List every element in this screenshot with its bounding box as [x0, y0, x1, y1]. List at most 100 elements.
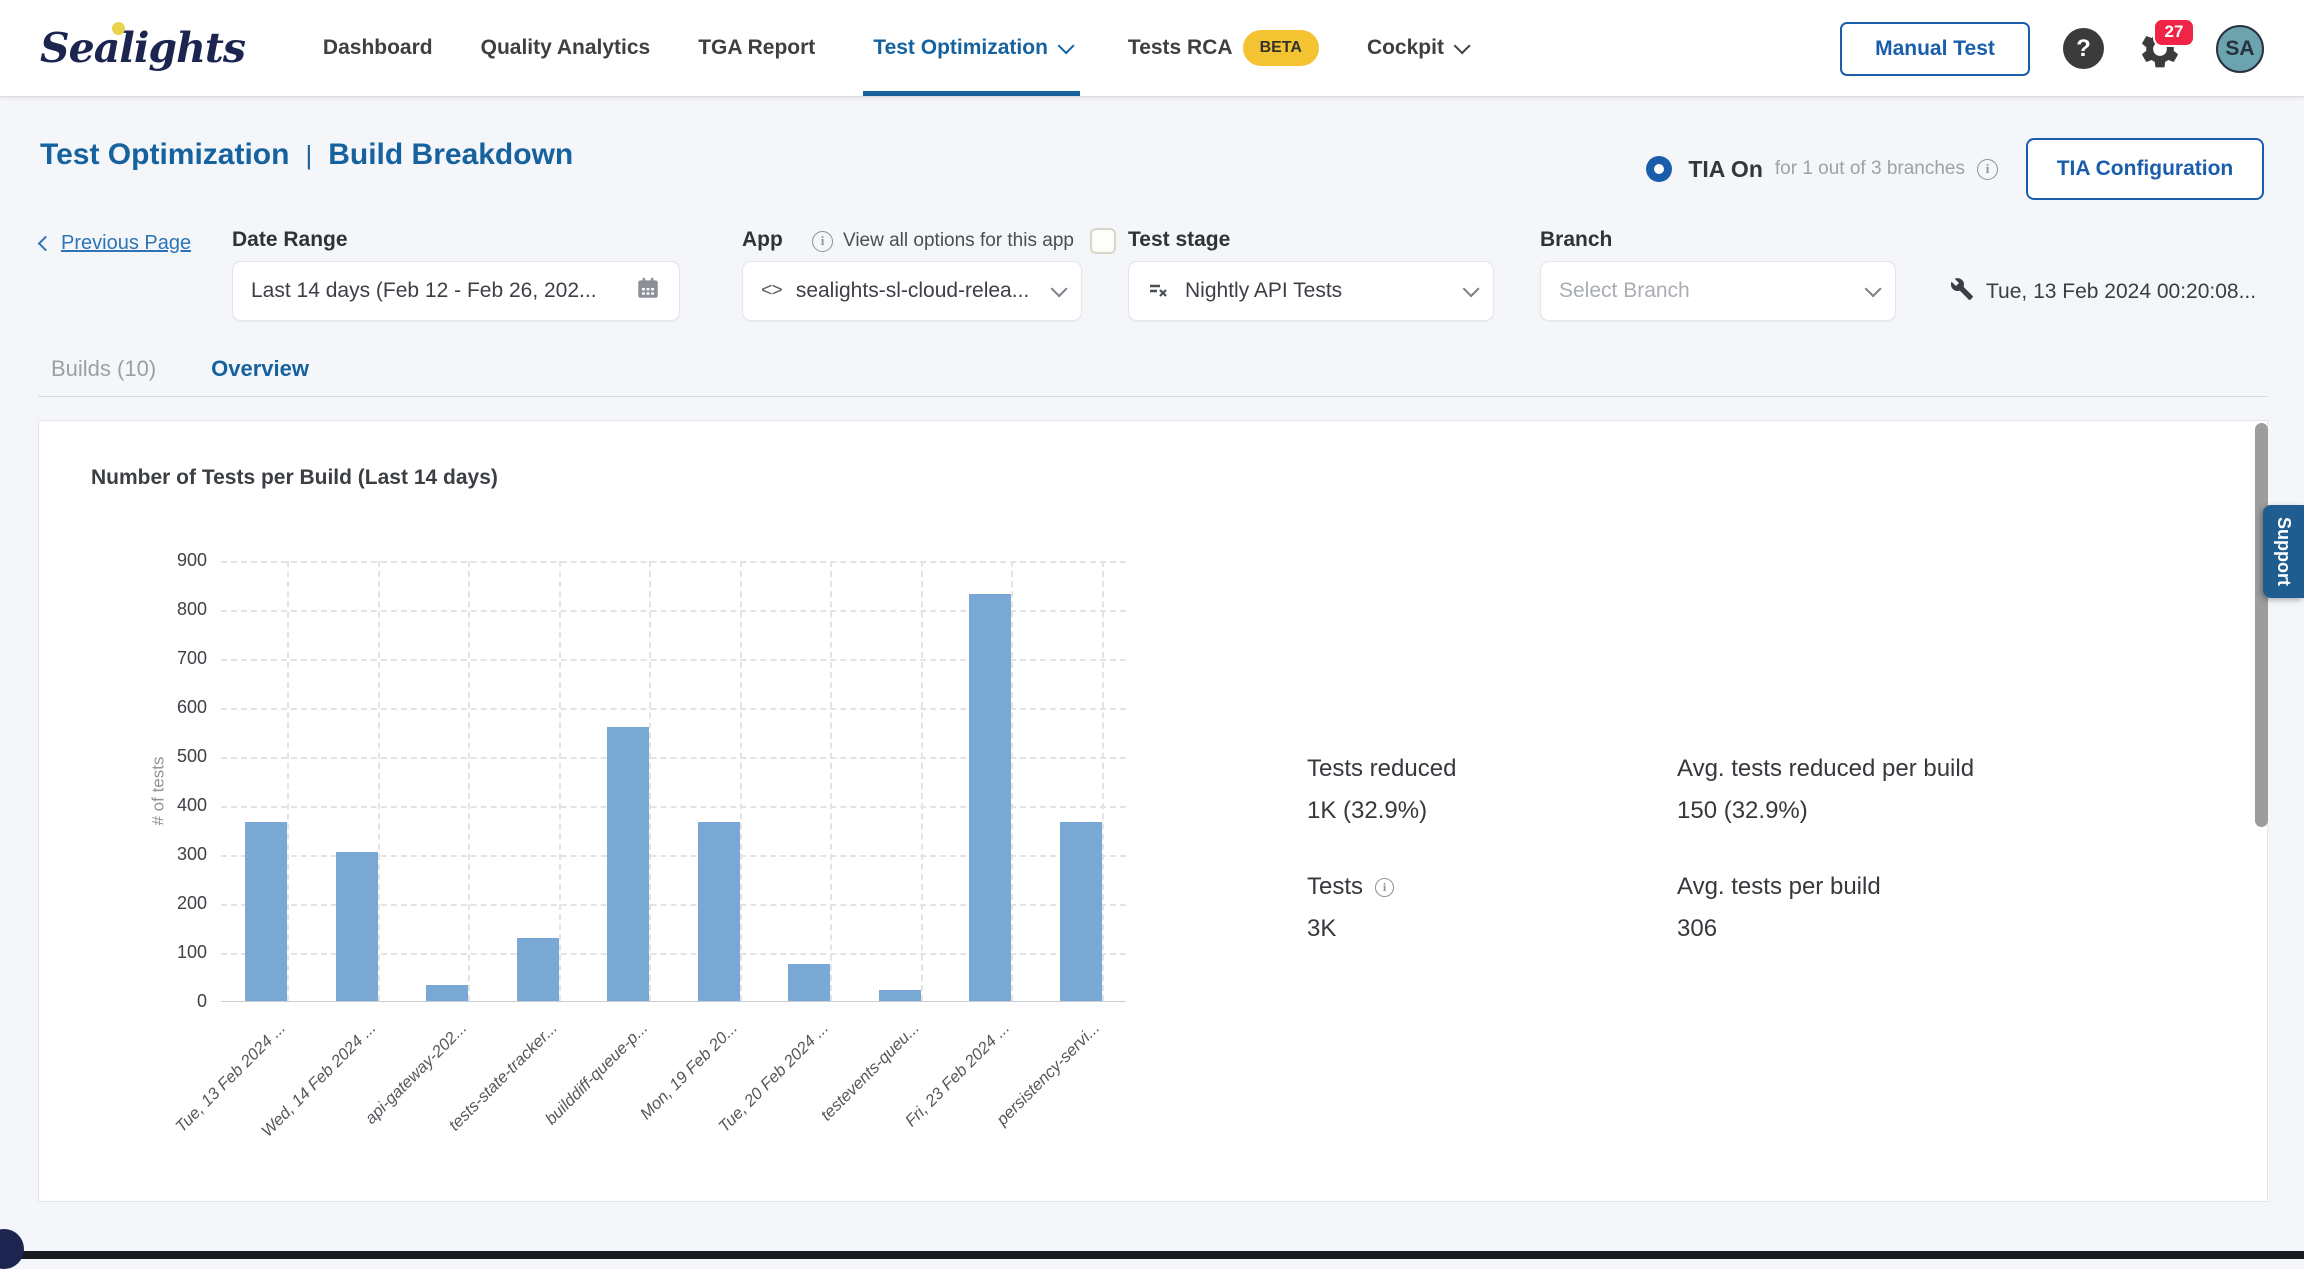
- main-nav: Dashboard Quality Analytics TGA Report T…: [323, 0, 1466, 96]
- tests-info-icon[interactable]: i: [1375, 878, 1394, 897]
- tab-builds[interactable]: Builds (10): [51, 356, 156, 382]
- y-tick-label: 400: [147, 795, 207, 816]
- tabs-divider: [38, 396, 2268, 397]
- vertical-gridline: [378, 561, 380, 1001]
- date-range-label: Date Range: [232, 228, 348, 252]
- vertical-gridline: [921, 561, 923, 1001]
- stat-value: 3K: [1307, 915, 1394, 943]
- test-stage-label: Test stage: [1128, 228, 1230, 252]
- app-info-icon[interactable]: i: [812, 231, 833, 252]
- branch-select[interactable]: Select Branch: [1540, 261, 1896, 321]
- stat-value: 306: [1677, 915, 1881, 943]
- tia-toggle-radio[interactable]: [1646, 156, 1672, 182]
- chart-bar[interactable]: [879, 990, 921, 1001]
- logo-text: Sealights: [40, 24, 245, 72]
- test-stage-icon: [1147, 279, 1171, 303]
- vertical-gridline: [740, 561, 742, 1001]
- logo-lightbulb-dot: [112, 22, 125, 35]
- chevron-down-icon: [1865, 280, 1882, 297]
- nav-label: Dashboard: [323, 36, 433, 60]
- x-axis-category-label: Mon, 19 Feb 20...: [637, 1019, 742, 1124]
- nav-item-dashboard[interactable]: Dashboard: [323, 0, 433, 96]
- nav-item-tests-rca[interactable]: Tests RCA BETA: [1128, 0, 1319, 96]
- previous-page-label: Previous Page: [61, 232, 191, 255]
- vertical-scrollbar-thumb[interactable]: [2255, 423, 2268, 827]
- horizontal-gridline: [221, 561, 1126, 563]
- support-tab[interactable]: Support: [2263, 505, 2304, 598]
- y-tick-label: 300: [147, 844, 207, 865]
- page-title-row: Test Optimization | Build Breakdown: [40, 138, 573, 172]
- code-brackets-icon: <>: [761, 280, 782, 302]
- chart-bar[interactable]: [607, 727, 649, 1001]
- chat-widget-corner: [0, 1229, 24, 1269]
- test-stage-select[interactable]: Nightly API Tests: [1128, 261, 1494, 321]
- view-all-options-checkbox[interactable]: [1090, 228, 1116, 254]
- nav-label: Tests RCA: [1128, 36, 1233, 60]
- stat-tests-reduced: Tests reduced 1K (32.9%): [1307, 755, 1456, 825]
- top-navigation-bar: Sealights Dashboard Quality Analytics TG…: [0, 0, 2304, 97]
- tia-info-icon[interactable]: i: [1977, 159, 1998, 180]
- nav-label: Cockpit: [1367, 36, 1444, 60]
- x-axis-category-label: testevents-queu...: [817, 1019, 923, 1125]
- chart-bar[interactable]: [788, 964, 830, 1001]
- topbar-right-cluster: Manual Test ? 27 SA: [1840, 0, 2264, 97]
- vertical-gridline: [559, 561, 561, 1001]
- beta-badge: BETA: [1243, 30, 1319, 66]
- title-separator: |: [305, 140, 312, 171]
- wrench-icon: [1950, 277, 1974, 307]
- active-tab-underline: [863, 91, 1080, 96]
- stat-label: Avg. tests reduced per build: [1677, 755, 1974, 783]
- x-axis-labels: Tue, 13 Feb 2024 ...Wed, 14 Feb 2024 ...…: [221, 1009, 1126, 1159]
- nav-item-tga-report[interactable]: TGA Report: [698, 0, 815, 96]
- nav-item-cockpit[interactable]: Cockpit: [1367, 0, 1466, 96]
- tab-overview[interactable]: Overview: [211, 356, 309, 382]
- app-view-all-options: i View all options for this app: [800, 228, 1116, 254]
- branch-label: Branch: [1540, 228, 1612, 252]
- chart-bar[interactable]: [698, 822, 740, 1001]
- settings-gear-icon[interactable]: 27: [2137, 26, 2183, 72]
- vertical-gridline: [1102, 561, 1104, 1001]
- chart-title: Number of Tests per Build (Last 14 days): [91, 466, 498, 490]
- nav-label: Quality Analytics: [481, 36, 651, 60]
- stat-label: Tests: [1307, 873, 1363, 901]
- date-range-select[interactable]: Last 14 days (Feb 12 - Feb 26, 202...: [232, 261, 680, 321]
- stat-value: 1K (32.9%): [1307, 797, 1456, 825]
- y-tick-label: 100: [147, 942, 207, 963]
- help-icon[interactable]: ?: [2063, 28, 2104, 69]
- tia-status-text: TIA On: [1688, 156, 1763, 183]
- build-time-row: Tue, 13 Feb 2024 00:20:08...: [1950, 262, 2256, 322]
- chart-bar[interactable]: [1060, 822, 1102, 1001]
- page-title: Test Optimization: [40, 138, 289, 172]
- sealights-logo[interactable]: Sealights: [40, 24, 245, 72]
- chart-bar[interactable]: [426, 985, 468, 1001]
- nav-item-quality-analytics[interactable]: Quality Analytics: [481, 0, 651, 96]
- manual-test-button[interactable]: Manual Test: [1840, 22, 2030, 76]
- stat-avg-tests: Avg. tests per build 306: [1677, 873, 1881, 943]
- y-tick-label: 800: [147, 599, 207, 620]
- y-tick-label: 900: [147, 550, 207, 571]
- chart-bar[interactable]: [336, 852, 378, 1001]
- chart-bar[interactable]: [969, 594, 1011, 1001]
- notifications-badge: 27: [2153, 18, 2195, 47]
- chevron-down-icon: [1454, 37, 1471, 54]
- content-tabs: Builds (10) Overview: [51, 356, 309, 382]
- user-avatar[interactable]: SA: [2216, 25, 2264, 73]
- previous-page-link[interactable]: Previous Page: [40, 232, 191, 255]
- tia-status-row: TIA On for 1 out of 3 branches i TIA Con…: [1646, 138, 2264, 200]
- vertical-gridline: [287, 561, 289, 1001]
- branch-placeholder: Select Branch: [1559, 279, 1851, 303]
- vertical-gridline: [1011, 561, 1013, 1001]
- stat-tests: Tests i 3K: [1307, 873, 1394, 943]
- chevron-down-icon: [1051, 280, 1068, 297]
- date-range-value: Last 14 days (Feb 12 - Feb 26, 202...: [251, 279, 635, 303]
- app-select[interactable]: <> sealights-sl-cloud-relea...: [742, 261, 1082, 321]
- nav-item-test-optimization[interactable]: Test Optimization: [863, 0, 1080, 96]
- tia-configuration-button[interactable]: TIA Configuration: [2026, 138, 2264, 200]
- app-root: Sealights Dashboard Quality Analytics TG…: [0, 0, 2304, 1259]
- app-label: App: [742, 228, 783, 252]
- chart-bar[interactable]: [517, 938, 559, 1001]
- y-tick-label: 200: [147, 893, 207, 914]
- stat-label: Tests reduced: [1307, 755, 1456, 783]
- bottom-window-edge: [0, 1251, 2304, 1259]
- chart-bar[interactable]: [245, 822, 287, 1001]
